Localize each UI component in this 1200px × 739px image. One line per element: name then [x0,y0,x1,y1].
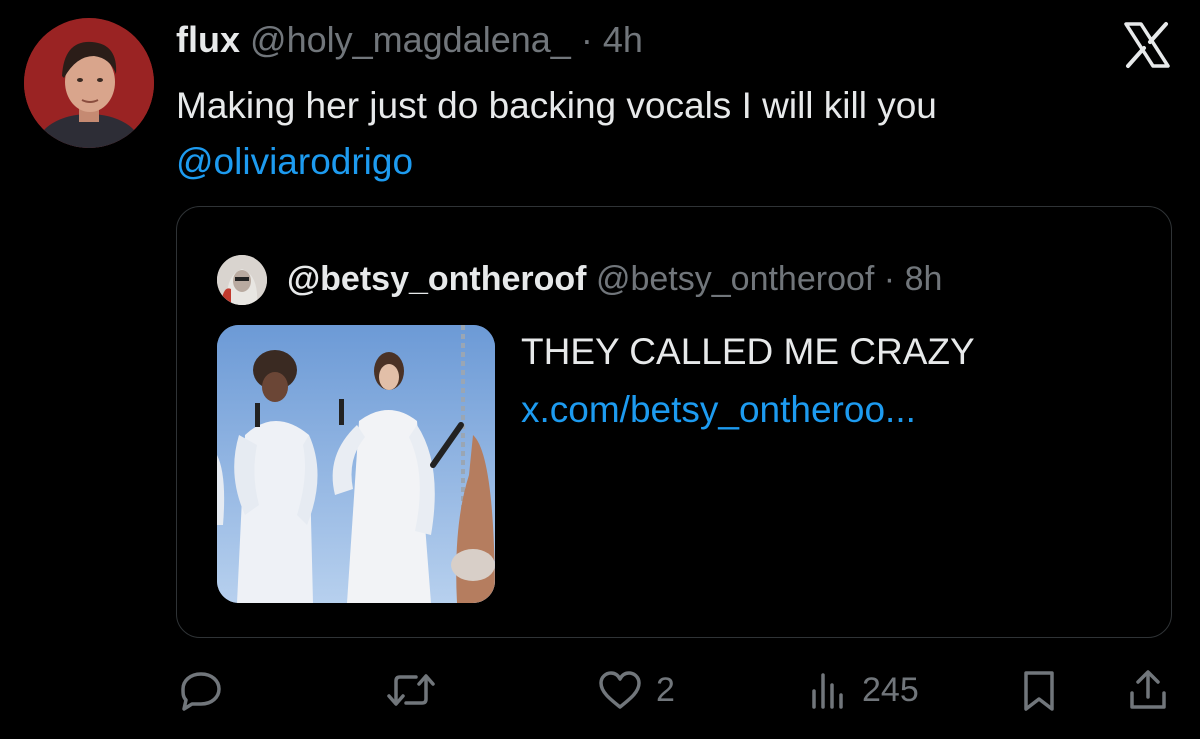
tweet-header: flux @holy_magdalena_ · 4h [176,20,643,60]
quoted-tweet-card[interactable]: @betsy_ontheroof @betsy_ontheroof · 8h T… [176,206,1172,638]
separator-dot: · [883,260,896,298]
author-name[interactable]: flux [176,19,240,60]
tweet-text: Making her just do backing vocals I will… [176,85,937,126]
tweet-time[interactable]: 4h [603,19,643,60]
quoted-tweet-time[interactable]: 8h [905,260,943,298]
quoted-author-name[interactable]: @betsy_ontheroof [287,260,587,298]
retweet-icon [386,667,436,713]
mention-link[interactable]: @oliviarodrigo [176,134,1136,190]
tweet-body: Making her just do backing vocals I will… [176,78,1136,190]
views-icon [806,667,850,713]
bookmark-button[interactable] [1018,660,1060,720]
like-button[interactable]: 2 [596,660,675,720]
share-button[interactable] [1126,660,1170,720]
views-button[interactable]: 245 [806,660,919,720]
quoted-author-handle[interactable]: @betsy_ontheroof [596,260,874,298]
quoted-author-avatar[interactable] [217,255,267,305]
quoted-tweet-text: THEY CALLED ME CRAZY [521,331,975,372]
retweet-button[interactable] [386,660,436,720]
quoted-tweet-body: THEY CALLED ME CRAZY x.com/betsy_onthero… [521,323,975,439]
author-handle[interactable]: @holy_magdalena_ [250,19,571,60]
tweet-action-bar: 2 245 [0,660,1200,720]
bookmark-icon [1018,667,1060,713]
x-logo-icon [1122,20,1172,70]
reply-button[interactable] [178,660,224,720]
like-count: 2 [656,670,675,709]
reply-icon [178,667,224,713]
views-count: 245 [862,670,919,709]
quoted-media-thumbnail[interactable] [217,325,495,603]
author-avatar[interactable] [24,18,154,148]
quoted-tweet-header: @betsy_ontheroof @betsy_ontheroof · 8h [287,259,942,299]
heart-icon [596,667,644,713]
share-icon [1126,667,1170,713]
quoted-tweet-link[interactable]: x.com/betsy_ontheroo... [521,381,975,439]
separator-dot: · [580,19,593,60]
